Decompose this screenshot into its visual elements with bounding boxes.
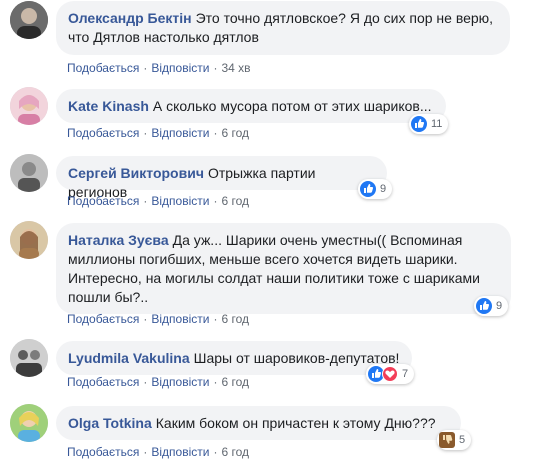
separator: · <box>143 126 148 140</box>
comment-bubble: Kate Kinash А сколько мусора потом от эти… <box>56 89 446 123</box>
like-button[interactable]: Подобається <box>67 194 139 208</box>
comment-bubble: Olga Totkina Каким боком он причастен к э… <box>56 406 461 440</box>
comment-bubble: Lyudmila Vakulina Шары от шаровиков-депут… <box>56 341 412 375</box>
separator: · <box>213 312 218 326</box>
reaction-count: 9 <box>380 183 387 195</box>
avatar[interactable] <box>10 1 48 39</box>
comment-bubble: Сергей Викторович Отрыжка партии регионов <box>56 156 387 200</box>
like-reaction-icon <box>360 181 376 197</box>
reply-button[interactable]: Відповісти <box>151 445 209 459</box>
separator: · <box>213 375 218 389</box>
like-button[interactable]: Подобається <box>67 375 139 389</box>
comment-actions: Подобається · Відповісти · 6 год <box>67 193 249 209</box>
avatar[interactable] <box>10 154 48 192</box>
reaction-count: 5 <box>459 434 466 446</box>
reply-button[interactable]: Відповісти <box>151 194 209 208</box>
like-button[interactable]: Подобається <box>67 312 139 326</box>
avatar[interactable] <box>10 404 48 442</box>
timestamp[interactable]: 34 хв <box>221 61 250 75</box>
reaction-summary[interactable]: 9 <box>358 179 393 199</box>
comment-author[interactable]: Сергей Викторович <box>68 165 204 181</box>
comment-actions: Подобається · Відповісти · 6 год <box>67 125 249 141</box>
reply-button[interactable]: Відповісти <box>151 61 209 75</box>
comment-actions: Подобається · Відповісти · 6 год <box>67 311 249 327</box>
separator: · <box>213 194 218 208</box>
reaction-count: 7 <box>402 368 409 380</box>
separator: · <box>143 194 148 208</box>
comment-text: Каким боком он причастен к этому Дню??? <box>155 415 436 431</box>
reaction-count: 11 <box>431 118 443 130</box>
timestamp[interactable]: 6 год <box>221 312 249 326</box>
separator: · <box>213 61 218 75</box>
reaction-summary[interactable]: 7 <box>366 364 415 384</box>
comment-actions: Подобається · Відповісти · 34 хв <box>67 60 251 76</box>
timestamp[interactable]: 6 год <box>221 194 249 208</box>
comment-author[interactable]: Наталка Зуєва <box>68 232 169 248</box>
thumbs-down-icon <box>439 432 455 448</box>
separator: · <box>213 126 218 140</box>
comment-bubble: Наталка Зуєва Да уж... Шарики очень умест… <box>56 223 511 314</box>
comment-author[interactable]: Олександр Бектін <box>68 10 192 26</box>
separator: · <box>213 445 218 459</box>
comment-text: А сколько мусора потом от этих шариков..… <box>152 98 432 114</box>
separator: · <box>143 445 148 459</box>
avatar[interactable] <box>10 339 48 377</box>
avatar[interactable] <box>10 87 48 125</box>
comment-author[interactable]: Lyudmila Vakulina <box>68 350 190 366</box>
comment-actions: Подобається · Відповісти · 6 год <box>67 374 249 390</box>
like-button[interactable]: Подобається <box>67 126 139 140</box>
reaction-count: 9 <box>496 300 503 312</box>
reaction-summary[interactable]: 9 <box>474 296 509 316</box>
separator: · <box>143 375 148 389</box>
like-reaction-icon <box>411 116 427 132</box>
comment-text: Шары от шаровиков-депутатов! <box>193 350 400 366</box>
like-reaction-icon <box>476 298 492 314</box>
reaction-summary[interactable]: 11 <box>409 114 449 134</box>
timestamp[interactable]: 6 год <box>221 126 249 140</box>
reply-button[interactable]: Відповісти <box>151 375 209 389</box>
timestamp[interactable]: 6 год <box>221 445 249 459</box>
comment-bubble: Олександр Бектін Это точно дятловское? Я … <box>56 1 510 55</box>
avatar[interactable] <box>10 221 48 259</box>
timestamp[interactable]: 6 год <box>221 375 249 389</box>
love-reaction-icon <box>382 366 398 382</box>
like-button[interactable]: Подобається <box>67 61 139 75</box>
like-button[interactable]: Подобається <box>67 445 139 459</box>
comment-actions: Подобається · Відповісти · 6 год <box>67 444 249 460</box>
separator: · <box>143 61 148 75</box>
reply-button[interactable]: Відповісти <box>151 126 209 140</box>
comment-author[interactable]: Kate Kinash <box>68 98 149 114</box>
reply-button[interactable]: Відповісти <box>151 312 209 326</box>
reaction-summary[interactable]: 5 <box>437 430 472 450</box>
separator: · <box>143 312 148 326</box>
comment-author[interactable]: Olga Totkina <box>68 415 152 431</box>
